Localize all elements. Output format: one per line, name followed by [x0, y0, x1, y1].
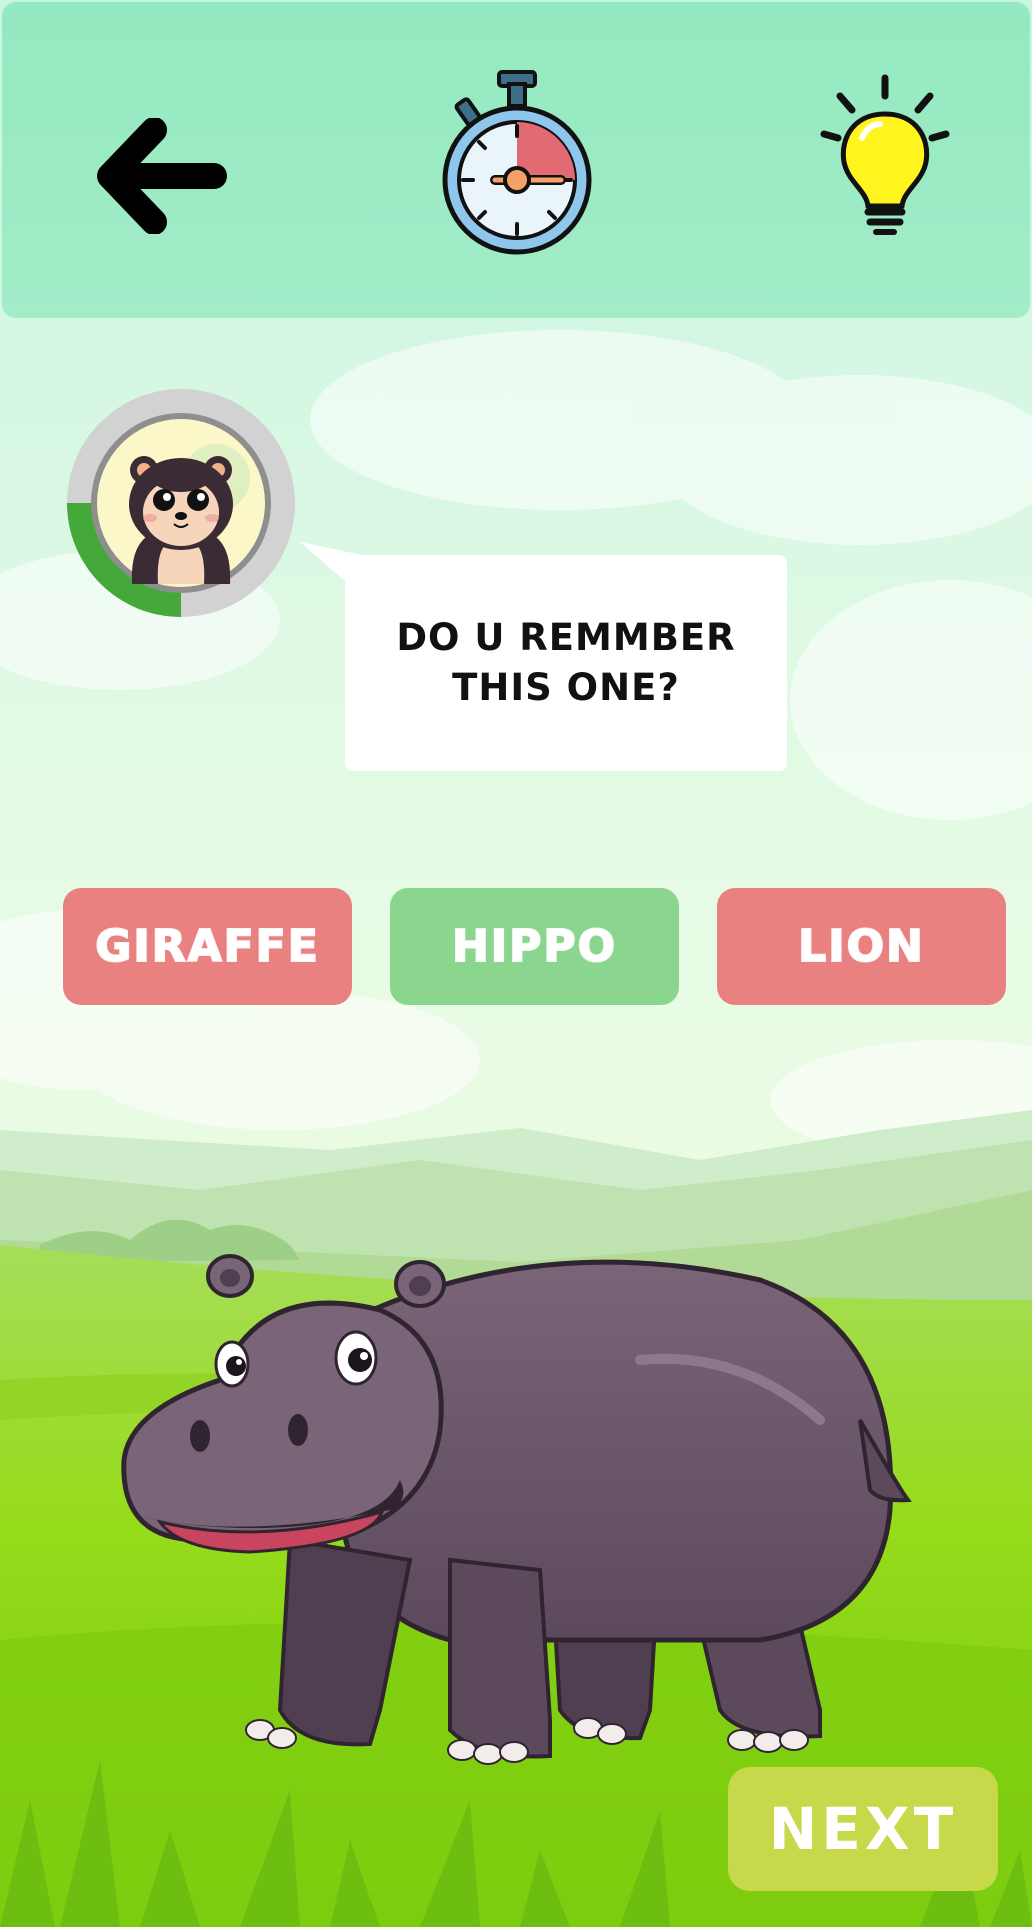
question-text: DO U REMMBER THIS ONE?: [396, 616, 736, 709]
choice-hippo-button[interactable]: HIPPO: [390, 888, 679, 1005]
stopwatch-icon: [435, 68, 599, 260]
character-avatar: [66, 388, 296, 618]
choice-lion-button[interactable]: LION: [717, 888, 1006, 1005]
arrow-left-icon[interactable]: [96, 117, 232, 235]
speech-bubble: DO U REMMBER THIS ONE?: [345, 555, 787, 771]
choice-giraffe-button[interactable]: GIRAFFE: [63, 888, 352, 1005]
lightbulb-icon[interactable]: [818, 72, 952, 238]
next-button[interactable]: NEXT: [728, 1767, 998, 1891]
bear-avatar-icon: [129, 456, 233, 584]
hippo-illustration: [121, 1254, 912, 1765]
